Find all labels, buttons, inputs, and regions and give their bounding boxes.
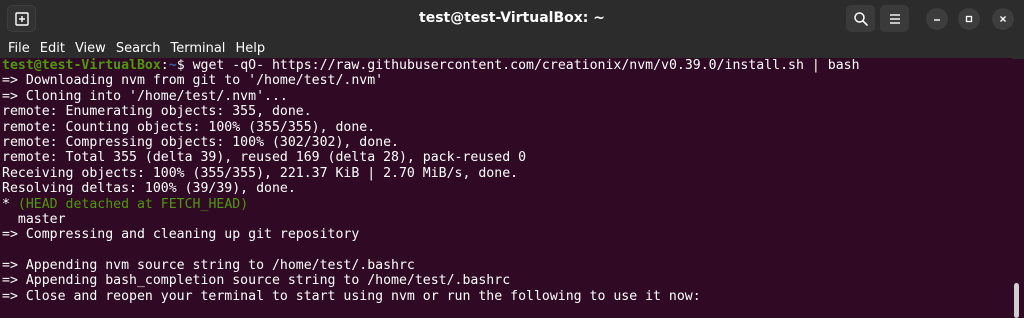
output-line: remote: Counting objects: 100% (355/355)… bbox=[2, 119, 376, 135]
hamburger-menu-button[interactable] bbox=[880, 5, 909, 32]
menu-help[interactable]: Help bbox=[234, 41, 266, 56]
maximize-icon bbox=[965, 15, 973, 23]
output-line: remote: Enumerating objects: 355, done. bbox=[2, 104, 312, 120]
menu-bar: File Edit View Search Terminal Help bbox=[0, 37, 1024, 59]
output-line: remote: Total 355 (delta 39), reused 169… bbox=[2, 150, 527, 166]
prompt-path: ~ bbox=[168, 58, 177, 73]
close-button[interactable] bbox=[992, 8, 1014, 30]
prompt-command: wget -qO- https://raw.githubusercontent.… bbox=[192, 58, 860, 73]
search-button[interactable] bbox=[846, 5, 875, 32]
minimize-button[interactable] bbox=[926, 8, 948, 30]
close-icon bbox=[1000, 16, 1006, 22]
scrollbar-thumb[interactable] bbox=[1014, 283, 1019, 318]
maximize-button[interactable] bbox=[958, 8, 980, 30]
search-icon bbox=[853, 11, 868, 26]
output-line: => Compressing and cleaning up git repos… bbox=[2, 227, 360, 243]
terminal-output[interactable]: test@test-VirtualBox:~$ wget -qO- https:… bbox=[0, 58, 1012, 318]
menu-terminal[interactable]: Terminal bbox=[169, 41, 226, 56]
prompt-separator: : bbox=[160, 58, 169, 73]
output-line: => Cloning into '/home/test/.nvm'... bbox=[2, 88, 288, 104]
prompt-symbol: $ bbox=[176, 58, 193, 73]
menu-file[interactable]: File bbox=[7, 41, 31, 56]
head-detached-text: (HEAD detached at FETCH_HEAD) bbox=[17, 196, 249, 212]
output-line: => Appending nvm source string to /home/… bbox=[2, 258, 415, 274]
head-detached-line: * (HEAD detached at FETCH_HEAD) bbox=[0, 197, 1012, 212]
menu-edit[interactable]: Edit bbox=[39, 41, 66, 56]
output-line: Resolving deltas: 100% (39/39), done. bbox=[2, 181, 296, 197]
title-bar: test@test-VirtualBox: ~ bbox=[0, 0, 1024, 37]
output-line: => Downloading nvm from git to '/home/te… bbox=[2, 73, 384, 89]
output-line: => Close and reopen your terminal to sta… bbox=[2, 288, 701, 304]
head-star: * bbox=[2, 196, 18, 212]
branch-line: master bbox=[2, 211, 66, 227]
hamburger-menu-icon bbox=[889, 13, 900, 24]
output-line: remote: Compressing objects: 100% (302/3… bbox=[2, 134, 399, 150]
minimize-icon bbox=[934, 19, 940, 21]
menu-search[interactable]: Search bbox=[115, 41, 162, 56]
output-line: Receiving objects: 100% (355/355), 221.3… bbox=[2, 165, 519, 181]
prompt-user-host: test@test-VirtualBox bbox=[2, 58, 161, 73]
menu-view[interactable]: View bbox=[74, 41, 107, 56]
output-line: => Appending bash_completion source stri… bbox=[2, 273, 511, 289]
prompt-line: test@test-VirtualBox:~$ wget -qO- https:… bbox=[0, 58, 1012, 73]
